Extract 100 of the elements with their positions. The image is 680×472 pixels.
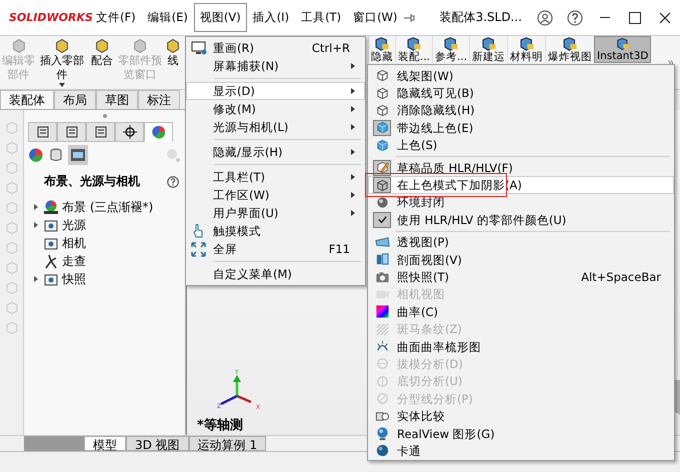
menu-entry[interactable]: 使用 HLR/HLV 的零部件颜色(U) (368, 211, 674, 229)
submenu-arrow-icon (350, 173, 356, 181)
menu-item[interactable]: 视图(V) (194, 3, 247, 32)
bottom-tab[interactable]: 运动算例 1 (188, 436, 266, 451)
panel-tab[interactable] (115, 122, 144, 142)
command-tab[interactable]: 标注 (138, 90, 180, 109)
menu-item[interactable]: 编辑(E) (142, 3, 194, 32)
menu-entry[interactable]: 上色(S) (368, 136, 674, 154)
app-logo: SOLIDWORKS (9, 10, 93, 25)
sphere-icon (374, 194, 390, 210)
menu-entry[interactable]: 环境封闭 (368, 194, 674, 212)
toolbar-button[interactable]: 隐藏 (368, 36, 395, 63)
panel-tab[interactable] (57, 122, 86, 142)
toolbar-button[interactable]: 装配... (395, 36, 432, 63)
command-tab[interactable]: 布局 (54, 90, 96, 109)
menu-entry[interactable]: 显示(D) (186, 82, 365, 100)
toolbar-button[interactable]: 线 (163, 36, 183, 89)
menu-entry[interactable]: 带边线上色(E) (368, 119, 674, 137)
toolbar-button[interactable]: 配合 (87, 36, 117, 89)
menu-entry[interactable]: 曲面曲率梳形图 (368, 338, 674, 356)
menu-entry[interactable]: 触摸模式 (186, 222, 365, 240)
menu-entry[interactable]: 卡通 (368, 442, 674, 460)
panel-tab[interactable] (86, 122, 115, 142)
menu-entry[interactable]: 草稿品质 HLR/HLV(F) (368, 158, 674, 176)
cylinder-icon[interactable] (48, 147, 64, 163)
expand-arrow-icon[interactable] (32, 275, 40, 283)
menu-entry[interactable]: 线架图(W) (368, 67, 674, 84)
cube-outline-icon (374, 102, 390, 118)
menu-entry[interactable]: 重画(R) Ctrl+R (186, 39, 365, 57)
hand-pointer-icon (191, 223, 205, 239)
submenu-arrow-icon (350, 209, 356, 217)
menu-entry[interactable]: 修改(M) (186, 100, 365, 118)
caret-icon (59, 83, 65, 87)
submenu-arrow-icon (350, 87, 356, 95)
command-tab[interactable]: 装配体 (0, 90, 54, 109)
part-icon (56, 39, 68, 53)
window-title: 装配体3.SLD... (440, 10, 522, 25)
shaded-cube-icon (374, 138, 390, 153)
part-icon (167, 39, 179, 53)
tree-item[interactable]: 布景 (三点渐褪*) (62, 200, 154, 214)
tree-item[interactable]: 光源 (62, 218, 86, 232)
menu-item[interactable]: 插入(I) (246, 3, 296, 32)
axis-triad-drawing (220, 375, 252, 406)
expand-arrow-icon[interactable] (32, 203, 40, 211)
menu-entry[interactable]: 消除隐藏线(H) (368, 102, 674, 120)
bottom-tab[interactable]: 模型 (84, 436, 126, 451)
expand-arrow-icon[interactable] (32, 221, 40, 229)
menu-entry[interactable]: 曲率(C) (368, 303, 674, 320)
camera-icon (374, 270, 390, 284)
film-icon[interactable] (68, 145, 88, 165)
menu-entry[interactable]: 隐藏/显示(H) (186, 143, 365, 161)
toolbar-button[interactable]: 参考... (432, 36, 470, 63)
help-icon[interactable] (167, 176, 179, 188)
wireframe-cube-icon (374, 68, 390, 84)
solid-cube-icon (374, 178, 390, 193)
menu-entry[interactable]: 光源与相机(L) (186, 118, 365, 136)
menu-entry[interactable]: 屏幕捕获(N) (186, 57, 365, 75)
view-orientation-label: *等轴测 (197, 418, 243, 433)
menu-entry[interactable]: 用户界面(U) (186, 204, 365, 222)
tree-item[interactable]: 快照 (62, 272, 86, 286)
bottom-tab[interactable]: 3D 视图 (126, 436, 189, 451)
part-icon (12, 39, 24, 53)
tool-icon (563, 37, 578, 51)
menu-entry[interactable]: 剖面视图(V) (368, 250, 674, 268)
panel-title: 布景、光源与相机 (44, 174, 141, 189)
menu-item[interactable]: 窗口(W) (347, 3, 404, 32)
tree-node-icon (43, 253, 59, 269)
toolbar-button[interactable]: 材料明 (507, 36, 546, 63)
menu-entry[interactable]: 照快照(T) Alt+SpaceBar (368, 268, 674, 286)
submenu-arrow-icon (350, 123, 356, 131)
menu-entry[interactable]: 全屏 F11 (186, 240, 365, 258)
toolbar-button[interactable]: 插入零部件 (37, 36, 87, 89)
tab-icon (94, 125, 108, 139)
tree-item[interactable]: 走查 (62, 254, 86, 268)
menu-entry[interactable]: 自定义菜单(M) (186, 265, 365, 283)
tree-node-icon (43, 199, 59, 215)
color-ball-icon[interactable] (28, 147, 44, 163)
part-icon (96, 39, 108, 53)
toolbar-button[interactable]: Instant3D (594, 36, 652, 63)
menu-entry[interactable]: 隐藏线可见(B) (368, 84, 674, 102)
tab-icon (36, 125, 50, 139)
tab-icon (122, 125, 136, 139)
tab-icon (64, 125, 78, 139)
menu-item[interactable]: 工具(T) (295, 3, 348, 32)
tool-icon (616, 38, 630, 50)
tree-item[interactable]: 相机 (62, 236, 86, 250)
menu-entry[interactable]: 工具栏(T) (186, 168, 365, 186)
pin-icon[interactable] (403, 12, 416, 24)
menu-entry[interactable]: 工作区(W) (186, 186, 365, 204)
menu-entry[interactable]: 实体比较 (368, 407, 674, 425)
command-tab[interactable]: 草图 (96, 90, 138, 109)
panel-tab[interactable] (28, 122, 57, 142)
submenu-arrow-icon (350, 148, 356, 156)
tool-icon (520, 37, 534, 51)
close-icon (659, 12, 671, 24)
toolbar-button[interactable]: 新建运 (469, 36, 508, 63)
menu-entry[interactable]: RealView 图形(G) (368, 424, 674, 442)
section-view-icon (374, 252, 390, 268)
menu-entry[interactable]: 透视图(P) (368, 234, 674, 251)
handle-dot-icon[interactable] (102, 113, 108, 119)
